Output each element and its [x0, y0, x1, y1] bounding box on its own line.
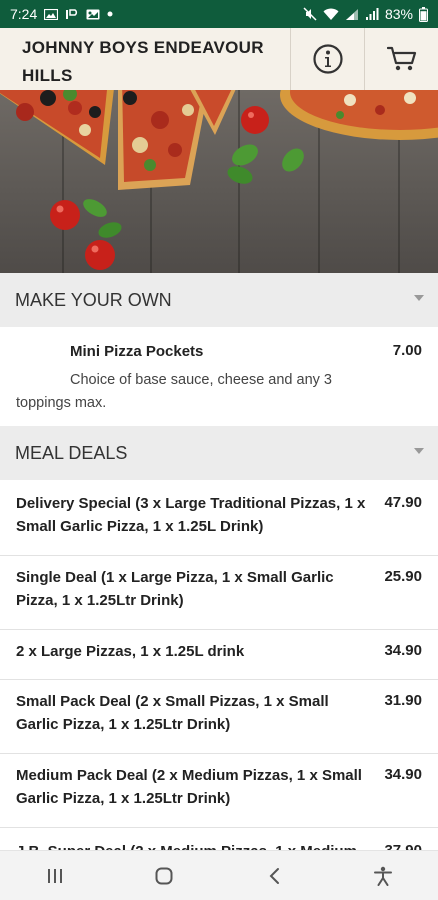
- cart-icon: [386, 46, 416, 71]
- item-name-line1: Delivery Special (3 x Large Traditional …: [16, 495, 366, 512]
- battery-icon: [419, 6, 428, 22]
- item-name-line2: Pizza, 1 x 1.25Ltr Drink): [16, 592, 184, 609]
- menu-item[interactable]: Delivery Special (3 x Large Traditional …: [0, 480, 438, 556]
- item-price: 47.90: [384, 494, 422, 511]
- signal-icon: [345, 8, 358, 20]
- restaurant-title: JOHNNY BOYS ENDEAVOUR HILLS: [0, 28, 290, 90]
- menu-item[interactable]: Small Pack Deal (2 x Small Pizzas, 1 x S…: [0, 680, 438, 754]
- section-title: MEAL DEALS: [15, 442, 128, 463]
- item-name-line2: Small Garlic Pizza, 1 x 1.25L Drink): [16, 518, 264, 535]
- info-icon: [312, 44, 343, 74]
- mute-icon: [303, 7, 317, 21]
- hero-image: [0, 90, 438, 273]
- home-icon: [155, 867, 173, 884]
- restaurant-title-line2: HILLS: [22, 66, 73, 85]
- pizza-illustration: [0, 90, 438, 270]
- app-header: JOHNNY BOYS ENDEAVOUR HILLS: [0, 28, 438, 90]
- item-name: Mini Pizza Pockets: [70, 343, 204, 360]
- section-header-make-your-own[interactable]: MAKE YOUR OWN: [0, 273, 438, 327]
- menu-item[interactable]: Medium Pack Deal (2 x Medium Pizzas, 1 x…: [0, 754, 438, 828]
- section-title: MAKE YOUR OWN: [15, 289, 172, 310]
- notification-icon: [66, 8, 78, 19]
- item-price: 7.00: [392, 342, 422, 359]
- accessibility-button[interactable]: [353, 856, 413, 896]
- system-nav-bar: [0, 850, 438, 900]
- item-price: 34.90: [384, 766, 422, 783]
- back-button[interactable]: [244, 856, 304, 896]
- gallery-icon: [44, 8, 59, 20]
- menu-item[interactable]: Single Deal (1 x Large Pizza, 1 x Small …: [0, 556, 438, 630]
- menu-item[interactable]: 2 x Large Pizzas, 1 x 1.25L drink 34.90: [0, 630, 438, 680]
- signal-bars-icon: [365, 7, 379, 20]
- back-icon: [269, 867, 279, 884]
- cart-button[interactable]: [364, 28, 438, 90]
- recent-apps-icon: [47, 868, 62, 883]
- section-header-meal-deals[interactable]: MEAL DEALS: [0, 426, 438, 480]
- item-price: 25.90: [384, 568, 422, 585]
- item-name-line2: Garlic Pizza, 1 x 1.25Ltr Drink): [16, 790, 231, 807]
- dot-icon: [107, 11, 113, 17]
- accessibility-icon: [374, 866, 393, 886]
- item-name-line1: Medium Pack Deal (2 x Medium Pizzas, 1 x…: [16, 767, 362, 784]
- image-icon: [86, 9, 100, 19]
- item-name-line1: Small Pack Deal (2 x Small Pizzas, 1 x S…: [16, 693, 329, 710]
- item-name-line1: Single Deal (1 x Large Pizza, 1 x Small …: [16, 569, 334, 586]
- status-bar: 7:24 83%: [0, 0, 438, 28]
- menu-item[interactable]: Mini Pizza Pockets 7.00 Choice of base s…: [0, 327, 438, 426]
- restaurant-title-line1: JOHNNY BOYS ENDEAVOUR: [22, 38, 264, 57]
- item-name-line1: 2 x Large Pizzas, 1 x 1.25L drink: [16, 643, 245, 660]
- info-button[interactable]: [290, 28, 364, 90]
- item-description-line1: Choice of base sauce, cheese and any 3: [70, 372, 332, 388]
- item-name-line2: Garlic Pizza, 1 x 1.25Ltr Drink): [16, 716, 231, 733]
- home-button[interactable]: [134, 856, 194, 896]
- wifi-icon: [323, 8, 339, 20]
- chevron-down-icon: [414, 295, 424, 301]
- item-price: 31.90: [384, 692, 422, 709]
- status-time: 7:24: [10, 6, 38, 22]
- item-description-line2: toppings max.: [16, 395, 107, 411]
- recent-apps-button[interactable]: [25, 856, 85, 896]
- battery-percent: 83%: [384, 6, 413, 22]
- item-price: 34.90: [384, 642, 422, 659]
- chevron-down-icon: [414, 448, 424, 454]
